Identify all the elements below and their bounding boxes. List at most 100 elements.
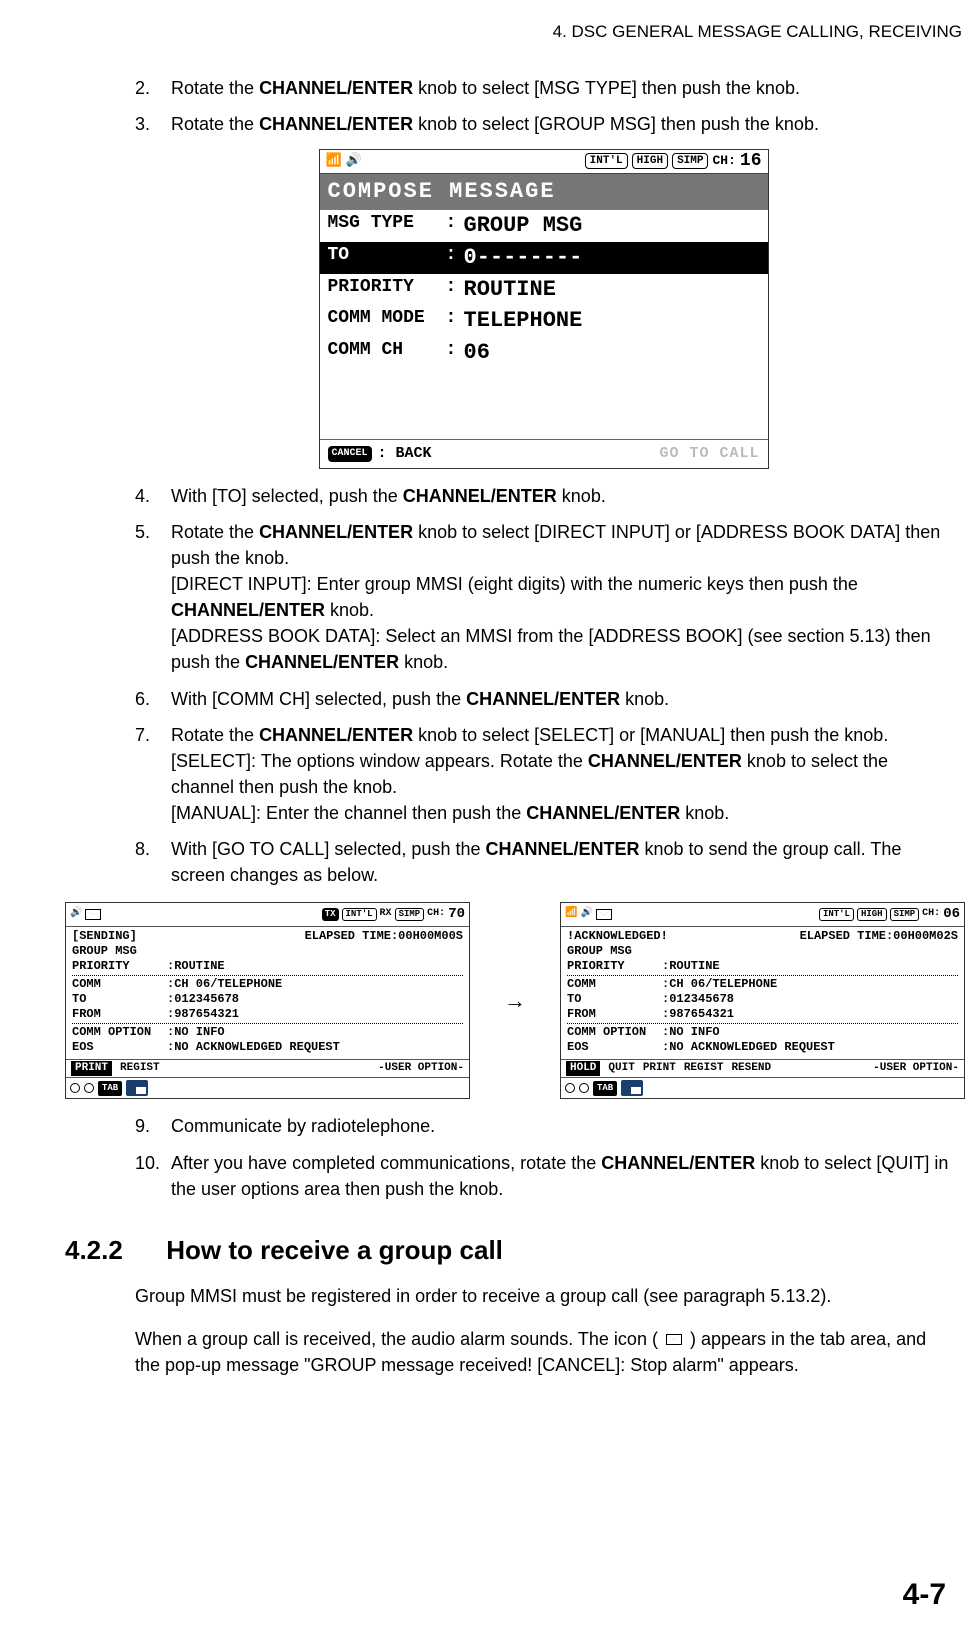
knob-icon (70, 1083, 80, 1093)
field-label: COMM OPTION (567, 1025, 662, 1040)
step-text: [DIRECT INPUT]: Enter group MMSI (eight … (171, 574, 858, 594)
acknowledged-screen: 📶 🔊 INT'L HIGH SIMP CH: 06 !ACKNOWLEDGED… (560, 902, 965, 1099)
sound-icon: 🔊 (580, 907, 592, 922)
intl-pill: INT'L (342, 908, 377, 921)
knob-name: CHANNEL/ENTER (403, 486, 557, 506)
user-option-label: -USER OPTION- (873, 1061, 959, 1077)
elapsed-time: ELAPSED TIME:00H00M00S (305, 929, 463, 944)
ch-label: CH: (922, 907, 940, 922)
screen-footer: CANCEL : BACK GO TO CALL (320, 439, 768, 468)
tab-pill: TAB (593, 1081, 617, 1096)
step-3: 3. Rotate the CHANNEL/ENTER knob to sele… (135, 111, 952, 137)
regist-button: REGIST (120, 1061, 160, 1077)
channel-number: 16 (740, 148, 762, 174)
screen-status-bar: 🔊 TX INT'L RX SIMP CH: 70 (66, 903, 469, 926)
step-text: Rotate the (171, 114, 259, 134)
step-text: With [TO] selected, push the (171, 486, 403, 506)
print-button: PRINT (643, 1061, 676, 1077)
field-value: :ROUTINE (662, 959, 720, 974)
field-label: COMM CH (328, 337, 446, 369)
step-number: 4. (135, 483, 150, 509)
knob-name: CHANNEL/ENTER (259, 78, 413, 98)
screen-footer: PRINT REGIST -USER OPTION- (66, 1059, 469, 1078)
msg-type-line: GROUP MSG (567, 944, 958, 959)
step-2: 2. Rotate the CHANNEL/ENTER knob to sele… (135, 75, 952, 101)
step-number: 3. (135, 111, 150, 137)
resend-button: RESEND (731, 1061, 771, 1077)
simp-pill: SIMP (890, 908, 920, 921)
field-label: EOS (72, 1040, 167, 1055)
step-10: 10. After you have completed communicati… (135, 1150, 952, 1202)
step-text: knob. (680, 803, 729, 823)
compose-icon (126, 1080, 148, 1096)
intl-pill: INT'L (819, 908, 854, 921)
mail-icon (596, 909, 612, 920)
compose-icon (621, 1080, 643, 1096)
field-label: PRIORITY (72, 959, 167, 974)
step-text: knob. (557, 486, 606, 506)
row-msg-type: MSG TYPE : GROUP MSG (320, 210, 768, 242)
section-number: 4.2.2 (65, 1232, 159, 1270)
knob-name: CHANNEL/ENTER (259, 725, 413, 745)
high-pill: HIGH (857, 908, 887, 921)
field-label: COMM (72, 977, 167, 992)
screen-status-bar: 📶 🔊 INT'L HIGH SIMP CH: 16 (320, 150, 768, 174)
field-value: :NO ACKNOWLEDGED REQUEST (167, 1040, 340, 1055)
print-button: PRINT (71, 1061, 112, 1077)
knob-icon (579, 1083, 589, 1093)
screen-title: COMPOSE MESSAGE (320, 174, 768, 210)
mail-icon (666, 1334, 682, 1345)
field-label: MSG TYPE (328, 210, 446, 242)
field-label: COMM MODE (328, 305, 446, 337)
status-label: !ACKNOWLEDGED! (567, 929, 668, 944)
knob-icon (565, 1083, 575, 1093)
step-text: knob to select [MSG TYPE] then push the … (413, 78, 800, 98)
step-text: Communicate by radiotelephone. (171, 1116, 435, 1136)
field-value: TELEPHONE (464, 305, 760, 337)
simp-pill: SIMP (672, 153, 708, 169)
step-text: With [GO TO CALL] selected, push the (171, 839, 485, 859)
step-9: 9. Communicate by radiotelephone. (135, 1113, 952, 1139)
step-text: knob to select [SELECT] or [MANUAL] then… (413, 725, 888, 745)
field-label: TO (567, 992, 662, 1007)
row-comm-mode: COMM MODE : TELEPHONE (320, 305, 768, 337)
field-label: EOS (567, 1040, 662, 1055)
regist-button: REGIST (684, 1061, 724, 1077)
knob-name: CHANNEL/ENTER (245, 652, 399, 672)
field-label: FROM (72, 1007, 167, 1022)
page-number: 4-7 (903, 1573, 946, 1617)
ch-label: CH: (712, 152, 735, 171)
knob-icon (84, 1083, 94, 1093)
channel-number: 70 (448, 904, 465, 924)
user-option-label: -USER OPTION- (378, 1061, 464, 1077)
sound-icon: 🔊 (70, 907, 82, 922)
step-text: Rotate the (171, 78, 259, 98)
row-comm-ch: COMM CH : 06 (320, 337, 768, 369)
step-number: 2. (135, 75, 150, 101)
step-6: 6. With [COMM CH] selected, push the CHA… (135, 686, 952, 712)
knob-name: CHANNEL/ENTER (259, 114, 413, 134)
row-priority: PRIORITY : ROUTINE (320, 274, 768, 306)
dual-screens: 🔊 TX INT'L RX SIMP CH: 70 [SENDING] ELAP… (65, 902, 965, 1099)
field-label: PRIORITY (328, 274, 446, 306)
sending-screen: 🔊 TX INT'L RX SIMP CH: 70 [SENDING] ELAP… (65, 902, 470, 1099)
ch-label: CH: (427, 907, 445, 922)
hold-button: HOLD (566, 1061, 600, 1077)
step-text: With [COMM CH] selected, push the (171, 689, 466, 709)
step-4: 4. With [TO] selected, push the CHANNEL/… (135, 483, 952, 509)
elapsed-time: ELAPSED TIME:00H00M02S (800, 929, 958, 944)
field-value: :CH 06/TELEPHONE (662, 977, 777, 992)
step-number: 8. (135, 836, 150, 862)
field-label: TO (72, 992, 167, 1007)
mail-icon (85, 909, 101, 920)
cancel-pill: CANCEL (328, 446, 372, 463)
screen-footer: HOLD QUIT PRINT REGIST RESEND -USER OPTI… (561, 1059, 964, 1078)
step-text: knob. (325, 600, 374, 620)
step-text: knob. (620, 689, 669, 709)
rx-label: RX (380, 907, 392, 922)
arrow-icon: → (498, 985, 532, 1017)
step-7: 7. Rotate the CHANNEL/ENTER knob to sele… (135, 722, 952, 826)
field-label: COMM OPTION (72, 1025, 167, 1040)
step-number: 7. (135, 722, 150, 748)
knob-name: CHANNEL/ENTER (526, 803, 680, 823)
